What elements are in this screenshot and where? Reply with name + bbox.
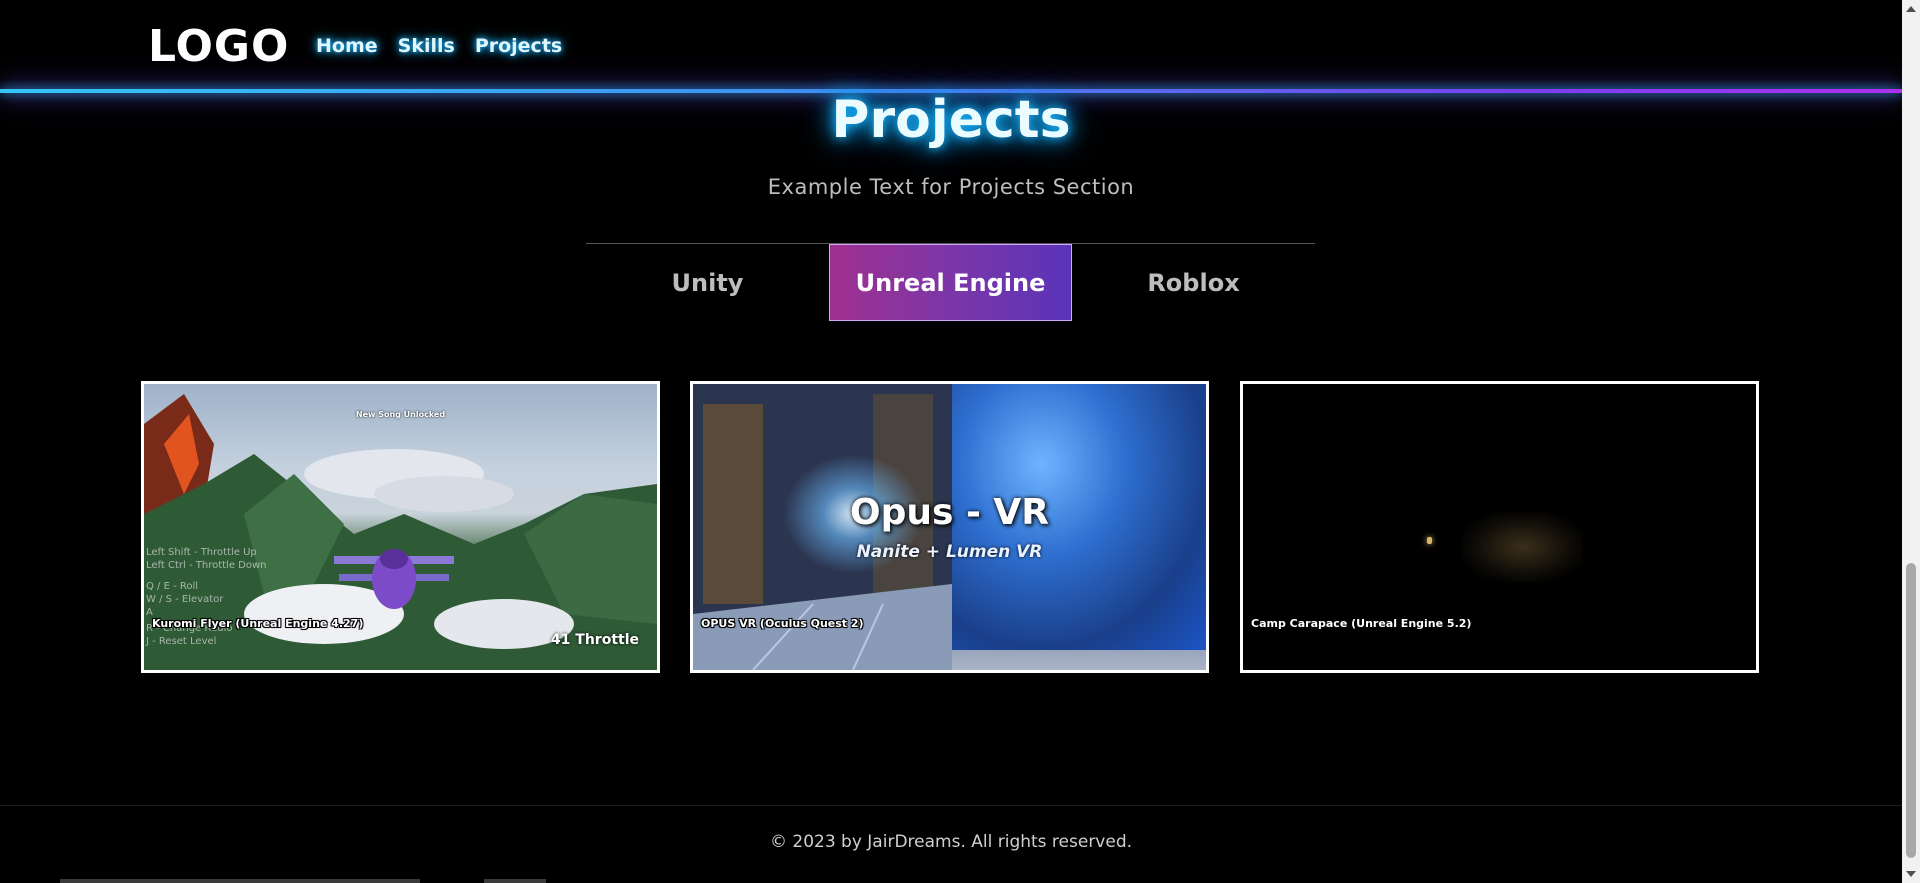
lantern-light: [1427, 537, 1432, 544]
navbar: LOGO Home Skills Projects: [0, 0, 1902, 92]
nav-skills-link[interactable]: Skills: [398, 34, 455, 58]
throttle-readout: 41 Throttle: [550, 632, 639, 648]
page: LOGO Home Skills Projects Projects Examp…: [0, 0, 1920, 883]
card-caption: Camp Carapace (Unreal Engine 5.2): [1251, 617, 1472, 630]
tab-unity[interactable]: Unity: [586, 244, 829, 321]
hud-line: Left Ctrl - Throttle Down: [146, 560, 267, 571]
cabin-silhouette: [1463, 512, 1583, 582]
hud-notification: New Song Unlocked: [355, 410, 446, 419]
hud-line: Q / E - Roll: [146, 581, 199, 592]
project-card-opus-vr[interactable]: Opus - VR Nanite + Lumen VR OPUS VR (Ocu…: [690, 381, 1209, 673]
section-title: Projects: [831, 90, 1071, 150]
hud-controls: Left Shift - Throttle Up Left Ctrl - Thr…: [146, 546, 267, 648]
scrollbar-thumb[interactable]: [1906, 563, 1916, 858]
bottom-bar: [484, 879, 546, 883]
footer-copyright: © 2023 by JairDreams. All rights reserve…: [769, 832, 1133, 852]
footer-divider: [0, 805, 1902, 806]
opus-subtitle: Nanite + Lumen VR: [856, 542, 1043, 562]
hud-line: W / S - Elevator: [146, 594, 224, 605]
section-subtitle: Example Text for Projects Section: [767, 175, 1135, 199]
tab-unreal-engine[interactable]: Unreal Engine: [829, 244, 1072, 321]
nav-home-link[interactable]: Home: [316, 34, 378, 58]
project-card-camp-carapace[interactable]: Camp Carapace (Unreal Engine 5.2): [1240, 381, 1759, 673]
nav-links: Home Skills Projects: [316, 34, 562, 58]
project-card-kuromi-flyer[interactable]: New Song Unlocked Left Shift - Throttle …: [141, 381, 660, 673]
hud-line: J - Reset Level: [146, 636, 217, 647]
bottom-bar: [60, 879, 420, 883]
project-tabs: Unity Unreal Engine Roblox: [586, 243, 1315, 321]
opus-title: Opus - VR: [849, 492, 1050, 533]
nav-projects-link[interactable]: Projects: [475, 34, 562, 58]
scroll-down-icon[interactable]: [1906, 871, 1916, 877]
hud-line: [146, 572, 267, 580]
logo[interactable]: LOGO: [148, 22, 289, 72]
hud-line: Left Shift - Throttle Up: [146, 547, 257, 558]
scrollbar[interactable]: [1902, 0, 1920, 883]
card-caption: OPUS VR (Oculus Quest 2): [701, 617, 864, 630]
tab-roblox[interactable]: Roblox: [1072, 244, 1315, 321]
card-caption: Kuromi Flyer (Unreal Engine 4.27): [152, 617, 364, 630]
scroll-up-icon[interactable]: [1906, 6, 1916, 12]
